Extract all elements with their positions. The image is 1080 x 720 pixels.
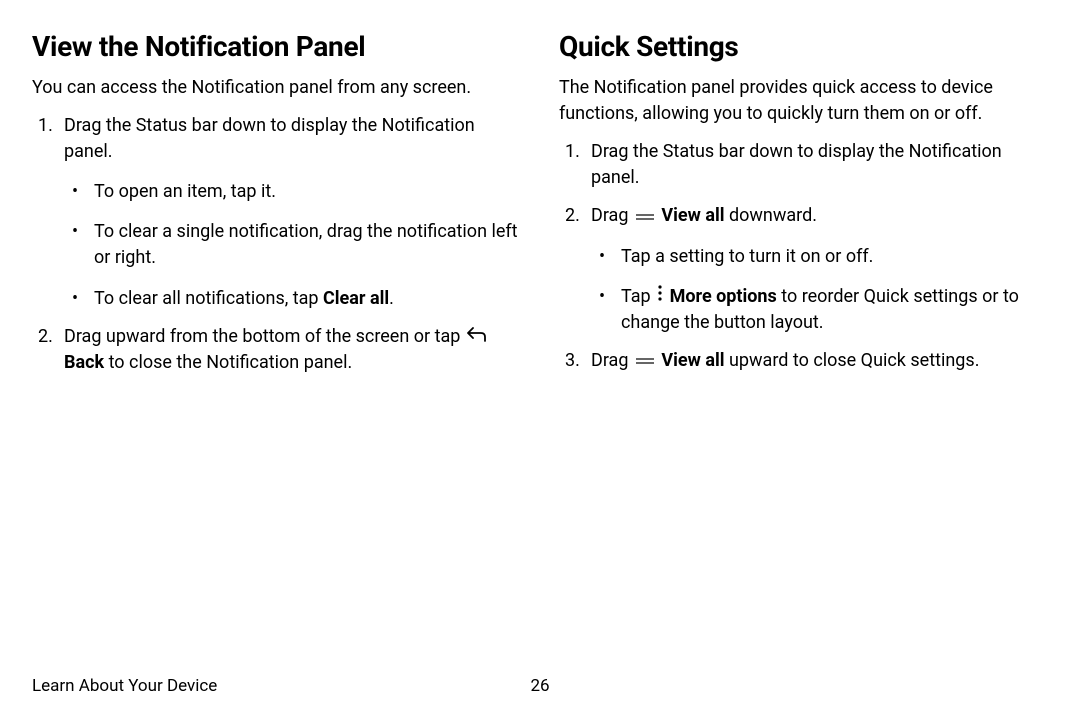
footer-section-label: Learn About Your Device [32,676,217,696]
text-post: . [389,288,394,309]
more-options-label: More options [665,286,777,307]
text-pre: Drag [591,205,633,226]
text-pre: To clear all notifications, tap [94,288,323,309]
right-intro: The Notification panel provides quick ac… [559,75,1048,127]
page-number: 26 [530,676,549,696]
back-icon [467,324,487,350]
left-step1-bullets: To open an item, tap it. To clear a sing… [64,179,521,311]
left-intro: You can access the Notification panel fr… [32,75,521,101]
text-pre: Drag upward from the bottom of the scree… [64,326,465,347]
content-columns: View the Notification Panel You can acce… [32,30,1048,376]
right-steps: Drag the Status bar down to display the … [559,139,1048,374]
text-pre: Tap [621,286,655,307]
right-heading: Quick Settings [559,30,1048,63]
right-step-3: Drag View all upward to close Quick sett… [559,348,1048,374]
step-text: Drag the Status bar down to display the … [64,115,475,162]
bullet-item: To open an item, tap it. [64,179,521,205]
right-step2-bullets: Tap a setting to turn it on or off. Tap … [591,244,1048,336]
bullet-item: Tap a setting to turn it on or off. [591,244,1048,270]
right-step-2: Drag View all downward. Tap a setting to… [559,203,1048,336]
view-all-icon [635,348,655,374]
bullet-item: To clear a single notification, drag the… [64,219,521,271]
text-post: to close the Notification panel. [104,352,352,373]
view-all-label: View all [657,205,725,226]
bullet-item: Tap More options to reorder Quick settin… [591,284,1048,336]
page-footer: Learn About Your Device 26 [32,676,1048,696]
left-heading: View the Notification Panel [32,30,521,63]
right-step-1: Drag the Status bar down to display the … [559,139,1048,191]
left-step-2: Drag upward from the bottom of the scree… [32,324,521,376]
more-options-icon [657,284,663,310]
text-post: upward to close Quick settings. [725,350,980,371]
right-column: Quick Settings The Notification panel pr… [559,30,1048,376]
text-post: downward. [725,205,818,226]
left-column: View the Notification Panel You can acce… [32,30,521,376]
back-label: Back [64,352,104,373]
bullet-item: To clear all notifications, tap Clear al… [64,286,521,312]
clear-all-label: Clear all [323,288,389,309]
left-step-1: Drag the Status bar down to display the … [32,113,521,312]
view-all-icon [635,204,655,230]
view-all-label: View all [657,350,725,371]
text-pre: Drag [591,350,633,371]
left-steps: Drag the Status bar down to display the … [32,113,521,376]
